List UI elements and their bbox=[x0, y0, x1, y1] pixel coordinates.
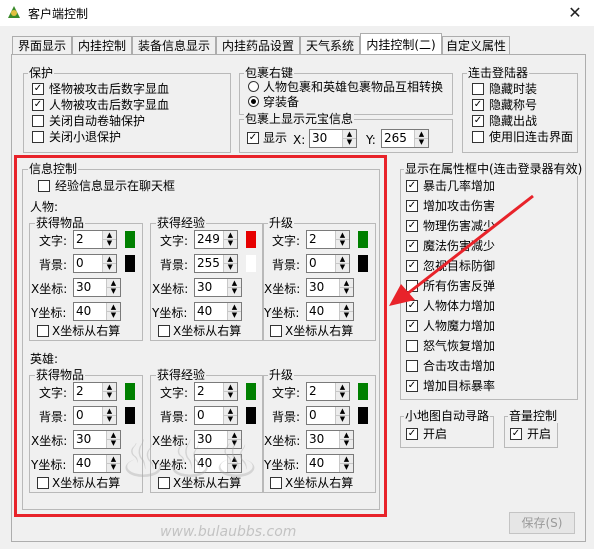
bag-option-equip-radio[interactable] bbox=[248, 96, 259, 107]
login-option-checkbox[interactable] bbox=[472, 83, 484, 95]
protect-option-label: 关闭小退保护 bbox=[49, 130, 122, 144]
protect-label: 保护 bbox=[28, 66, 55, 80]
login-option-label: 使用旧连击界面 bbox=[489, 130, 574, 144]
sound-enable-label: 开启 bbox=[527, 427, 552, 441]
tab-potion[interactable]: 内挂药品设置 bbox=[216, 36, 300, 54]
bag-option-swap-label: 人物包裹和英雄包裹物品互相转换 bbox=[263, 80, 444, 94]
tab-custom-attr[interactable]: 自定义属性 bbox=[442, 36, 510, 54]
ingot-label: 包裹上显示元宝信息 bbox=[244, 112, 355, 126]
login-option-label: 隐藏称号 bbox=[489, 98, 538, 112]
watermark-url: www.bulaubbs.com bbox=[160, 524, 297, 540]
login-option-label: 隐藏出战 bbox=[489, 114, 538, 128]
attr-option-checkbox[interactable]: ✓ bbox=[406, 320, 418, 332]
login-option-checkbox[interactable]: ✓ bbox=[472, 115, 484, 127]
tab-equip-info[interactable]: 装备信息显示 bbox=[132, 36, 216, 54]
attr-label: 显示在属性框中(连击登录器有效) bbox=[404, 162, 584, 176]
ingot-x-label: X: bbox=[293, 133, 306, 147]
attr-option-label: 人物魔力增加 bbox=[423, 319, 496, 333]
attr-option-label: 怒气恢复增加 bbox=[423, 339, 496, 353]
watermark-logo: ♨♨♨ bbox=[120, 430, 260, 490]
attr-option-label: 增加目标暴率 bbox=[423, 379, 496, 393]
protect-option-checkbox[interactable] bbox=[32, 131, 44, 143]
ingot-y-label: Y: bbox=[366, 133, 376, 147]
window-title: 客户端控制 bbox=[28, 7, 89, 21]
close-icon[interactable]: ✕ bbox=[560, 2, 590, 24]
bag-label: 包裹右键 bbox=[244, 66, 295, 80]
bag-option-swap-radio[interactable] bbox=[248, 81, 259, 92]
protect-option-checkbox[interactable]: ✓ bbox=[32, 83, 44, 95]
bag-option-equip-label: 穿装备 bbox=[263, 95, 300, 109]
protect-option-checkbox[interactable]: ✓ bbox=[32, 99, 44, 111]
app-icon bbox=[6, 4, 22, 20]
title-bar bbox=[0, 0, 594, 26]
tab-interface[interactable]: 界面显示 bbox=[12, 36, 72, 54]
ingot-y-spinner[interactable]: 265 ▲ ▼ bbox=[381, 129, 429, 148]
protect-option-label: 人物被攻击后数字显血 bbox=[49, 98, 170, 112]
sound-label: 音量控制 bbox=[508, 409, 559, 423]
minimap-label: 小地图自动寻路 bbox=[404, 409, 491, 423]
attr-option-checkbox[interactable] bbox=[406, 360, 418, 372]
tab-plugin-control[interactable]: 内挂控制 bbox=[72, 36, 132, 54]
login-option-checkbox[interactable]: ✓ bbox=[472, 99, 484, 111]
minimap-enable-label: 开启 bbox=[423, 427, 448, 441]
login-option-label: 隐藏时装 bbox=[489, 82, 538, 96]
sound-enable-checkbox[interactable]: ✓ bbox=[510, 428, 522, 440]
tab-plugin-control-2[interactable]: 内挂控制(二) bbox=[360, 33, 442, 55]
ingot-show-checkbox[interactable]: ✓ bbox=[247, 132, 259, 144]
save-button[interactable]: 保存(S) bbox=[509, 512, 575, 534]
attr-option-checkbox[interactable]: ✓ bbox=[406, 380, 418, 392]
protect-option-checkbox[interactable] bbox=[32, 115, 44, 127]
attr-option-label: 合击攻击增加 bbox=[423, 359, 496, 373]
protect-option-label: 关闭自动卷轴保护 bbox=[49, 114, 146, 128]
login-option-checkbox[interactable] bbox=[472, 131, 484, 143]
minimap-enable-checkbox[interactable]: ✓ bbox=[406, 428, 418, 440]
annotation-arrow bbox=[389, 194, 534, 306]
ingot-x-spinner[interactable]: 30 ▲ ▼ bbox=[309, 129, 357, 148]
tab-weather[interactable]: 天气系统 bbox=[300, 36, 360, 54]
protect-option-label: 怪物被攻击后数字显血 bbox=[49, 82, 170, 96]
attr-option-checkbox[interactable] bbox=[406, 340, 418, 352]
login-label: 连击登陆器 bbox=[467, 66, 530, 80]
ingot-show-label: 显示 bbox=[263, 131, 288, 145]
